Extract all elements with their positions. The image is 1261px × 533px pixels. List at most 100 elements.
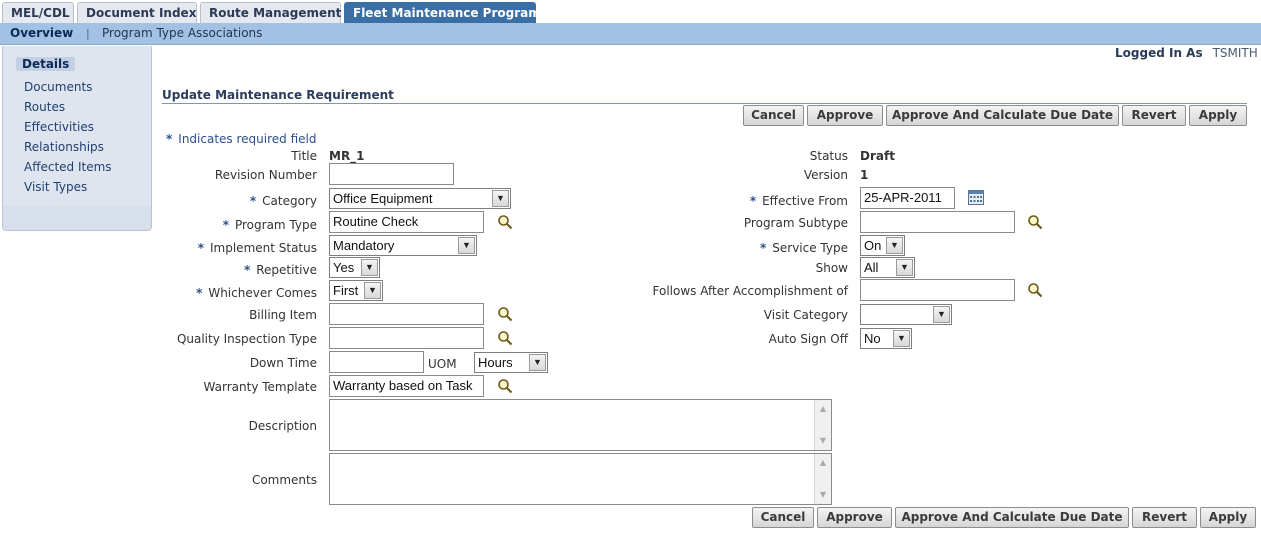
service-type-select-value: On — [864, 238, 882, 253]
subnav-overview[interactable]: Overview — [10, 26, 73, 40]
status-value: Draft — [860, 149, 895, 163]
scroll-up-icon[interactable]: ▲ — [816, 456, 830, 470]
tab-fleet-maintenance-program[interactable]: Fleet Maintenance Program — [344, 2, 541, 23]
status-label: Status — [809, 149, 848, 163]
scroll-down-icon[interactable]: ▼ — [816, 434, 830, 448]
implement-status-label: * Implement Status — [198, 241, 317, 255]
scroll-up-icon[interactable]: ▲ — [816, 402, 830, 416]
service-type-select[interactable]: On ▼ — [860, 235, 905, 256]
cancel-button-bottom[interactable]: Cancel — [752, 507, 814, 528]
repetitive-select[interactable]: Yes ▼ — [329, 257, 380, 278]
show-label: Show — [815, 261, 848, 275]
sidebar-item-details[interactable]: Details — [16, 57, 76, 71]
implement-status-select-value: Mandatory — [333, 238, 395, 253]
category-select[interactable]: Office Equipment ▼ — [329, 188, 511, 209]
sidebar-item-visit-types[interactable]: Visit Types — [24, 180, 87, 194]
effective-from-label: * Effective From — [750, 194, 848, 208]
tab-route-management[interactable]: Route Management — [200, 2, 341, 23]
sidebar-item-effectivities[interactable]: Effectivities — [24, 120, 94, 134]
implement-status-required-mark: * — [197, 241, 204, 255]
revert-button-top[interactable]: Revert — [1122, 105, 1186, 126]
required-mark: * — [166, 132, 173, 146]
implement-status-select[interactable]: Mandatory ▼ — [329, 235, 477, 256]
dropdown-arrow-icon: ▼ — [492, 190, 509, 207]
repetitive-required-mark: * — [243, 263, 251, 277]
subnav-program-type-associations[interactable]: Program Type Associations — [102, 26, 262, 40]
dropdown-arrow-icon: ▼ — [933, 306, 950, 323]
sidebar-item-routes[interactable]: Routes — [24, 100, 65, 114]
whichever-comes-label-text: Whichever Comes — [208, 286, 317, 300]
logged-in-label: Logged In As — [1115, 46, 1203, 60]
program-type-label-text: Program Type — [234, 218, 317, 232]
effective-from-required-mark: * — [749, 194, 757, 208]
sidebar-item-documents[interactable]: Documents — [24, 80, 92, 94]
implement-status-label-text: Implement Status — [210, 241, 317, 255]
program-subtype-input[interactable] — [860, 211, 1015, 233]
follows-after-label: Follows After Accomplishment of — [652, 284, 848, 298]
whichever-comes-select-value: First — [333, 283, 359, 298]
program-subtype-label: Program Subtype — [743, 216, 848, 230]
whichever-comes-required-mark: * — [196, 286, 203, 300]
program-type-input[interactable]: Routine Check — [329, 211, 484, 233]
uom-select-value: Hours — [478, 355, 513, 370]
version-value: 1 — [860, 168, 869, 182]
subnav-separator: | — [86, 27, 90, 40]
sidebar-item-affected-items[interactable]: Affected Items — [24, 160, 112, 174]
uom-select[interactable]: Hours ▼ — [474, 352, 548, 373]
down-time-input[interactable] — [329, 351, 424, 373]
visit-category-select[interactable]: ▼ — [860, 304, 952, 325]
search-icon[interactable] — [497, 378, 513, 394]
dropdown-arrow-icon: ▼ — [364, 282, 381, 299]
user-name: TSMITH — [1212, 46, 1258, 60]
search-icon[interactable] — [497, 330, 513, 346]
title-label: Title — [291, 149, 317, 163]
service-type-label-text: Service Type — [772, 241, 848, 255]
follows-after-input[interactable] — [860, 279, 1015, 301]
tab-document-index[interactable]: Document Index — [77, 2, 197, 23]
version-label: Version — [803, 168, 848, 182]
approve-button-bottom[interactable]: Approve — [817, 507, 892, 528]
dropdown-arrow-icon: ▼ — [458, 237, 475, 254]
search-icon[interactable] — [497, 306, 513, 322]
category-label: * Category — [250, 194, 317, 208]
tab-mel-cdl[interactable]: MEL/CDL — [2, 2, 74, 23]
billing-item-input[interactable] — [329, 303, 484, 325]
service-type-label: * Service Type — [760, 241, 848, 255]
approve-calculate-button-bottom[interactable]: Approve And Calculate Due Date — [895, 507, 1129, 528]
auto-sign-off-select[interactable]: No ▼ — [860, 328, 912, 349]
apply-button-top[interactable]: Apply — [1189, 105, 1247, 126]
calendar-icon[interactable] — [968, 190, 984, 205]
category-required-mark: * — [249, 194, 257, 208]
sidebar: Details Documents Routes Effectivities R… — [2, 46, 152, 231]
quality-inspection-type-input[interactable] — [329, 327, 484, 349]
effective-from-input[interactable]: 25-APR-2011 — [860, 187, 955, 209]
top-tab-bar: MEL/CDL Document Index Route Management … — [0, 0, 1261, 23]
warranty-template-input[interactable]: Warranty based on Task — [329, 375, 484, 397]
description-scrollbar[interactable]: ▲ ▼ — [814, 400, 831, 450]
approve-button-top[interactable]: Approve — [807, 105, 883, 126]
search-icon[interactable] — [497, 214, 513, 230]
sidebar-footer — [3, 206, 151, 230]
repetitive-label-text: Repetitive — [256, 263, 317, 277]
description-textarea[interactable]: ▲ ▼ — [329, 399, 832, 451]
comments-scrollbar[interactable]: ▲ ▼ — [814, 454, 831, 504]
search-icon[interactable] — [1027, 282, 1043, 298]
visit-category-label: Visit Category — [763, 308, 848, 322]
category-label-text: Category — [262, 194, 317, 208]
revert-button-bottom[interactable]: Revert — [1132, 507, 1197, 528]
whichever-comes-select[interactable]: First ▼ — [329, 280, 383, 301]
scroll-down-icon[interactable]: ▼ — [816, 488, 830, 502]
show-select[interactable]: All ▼ — [860, 257, 915, 278]
comments-label: Comments — [251, 473, 317, 487]
apply-button-bottom[interactable]: Apply — [1200, 507, 1256, 528]
search-icon[interactable] — [1027, 214, 1043, 230]
cancel-button-top[interactable]: Cancel — [743, 105, 804, 126]
repetitive-label: * Repetitive — [244, 263, 317, 277]
show-select-value: All — [864, 260, 879, 275]
category-select-value: Office Equipment — [333, 191, 433, 206]
comments-textarea[interactable]: ▲ ▼ — [329, 453, 832, 505]
sidebar-item-relationships[interactable]: Relationships — [24, 140, 104, 154]
approve-calculate-button-top[interactable]: Approve And Calculate Due Date — [886, 105, 1119, 126]
revision-number-input[interactable] — [329, 163, 454, 185]
dropdown-arrow-icon: ▼ — [529, 354, 546, 371]
